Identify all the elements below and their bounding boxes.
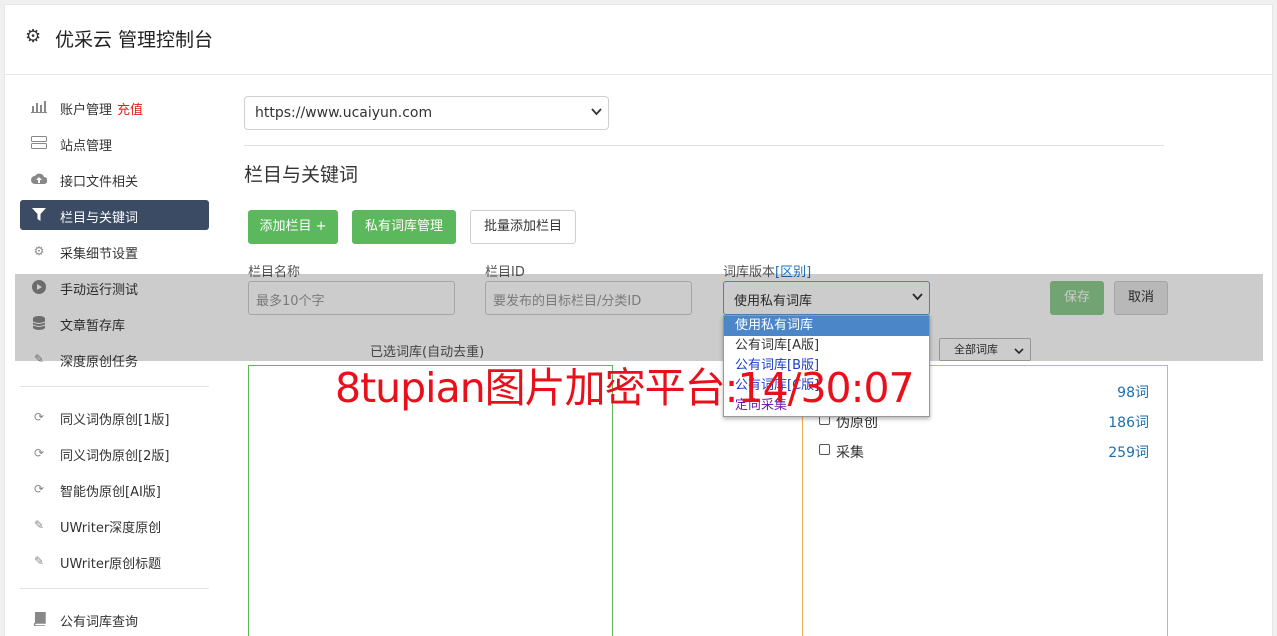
add-column-button[interactable]: 添加栏目 + bbox=[248, 210, 338, 244]
filter-icon bbox=[31, 208, 47, 222]
sidebar-item-label: 栏目与关键词 bbox=[60, 211, 139, 226]
sidebar-item-label: 同义词伪原创[2版] bbox=[60, 449, 170, 464]
recharge-link[interactable]: 充值 bbox=[117, 103, 143, 118]
page-header: ⚙ 优采云 管理控制台 bbox=[5, 5, 1272, 75]
gear-icon: ⚙ bbox=[25, 26, 42, 47]
sidebar-item-label: 同义词伪原创[1版] bbox=[60, 413, 170, 428]
section-divider bbox=[244, 145, 1164, 146]
cloud-upload-icon bbox=[31, 172, 48, 186]
edit-icon: ✎ bbox=[33, 554, 45, 568]
refresh-icon: ⟳ bbox=[33, 446, 45, 460]
sidebar-item-label: 站点管理 bbox=[60, 139, 113, 154]
site-select-value: https://www.ucaiyun.com bbox=[255, 105, 433, 121]
sidebar-item-label: 账户管理 bbox=[60, 103, 113, 118]
sidebar: 账户管理 充值 站点管理 接口文件相关 栏目与关键词 ⚙ 采集细节设置 手动运行测… bbox=[20, 92, 209, 636]
edit-icon: ✎ bbox=[33, 518, 45, 532]
sidebar-item-ai-rewrite[interactable]: ⟳ 智能伪原创[AI版] bbox=[20, 474, 209, 504]
book-icon bbox=[31, 611, 47, 627]
sidebar-item-label: UWriter深度原创 bbox=[60, 521, 162, 536]
library-count: 259词 bbox=[1108, 445, 1149, 461]
sidebar-item-uwriter-title[interactable]: ✎ UWriter原创标题 bbox=[20, 546, 209, 576]
page-title: 优采云 管理控制台 bbox=[55, 29, 214, 51]
sidebar-item-label: 公有词库查询 bbox=[60, 615, 139, 630]
chevron-down-icon bbox=[591, 106, 602, 119]
library-count: 186词 bbox=[1108, 415, 1149, 431]
cogs-icon: ⚙ bbox=[33, 244, 45, 258]
section-title: 栏目与关键词 bbox=[244, 164, 359, 186]
gray-overlay-band bbox=[15, 274, 1263, 361]
refresh-icon: ⟳ bbox=[33, 482, 45, 496]
private-lib-button[interactable]: 私有词库管理 bbox=[352, 210, 456, 244]
sidebar-item-columns-keywords[interactable]: 栏目与关键词 bbox=[20, 200, 209, 230]
sidebar-item-sites[interactable]: 站点管理 bbox=[20, 128, 209, 158]
sidebar-item-label: 接口文件相关 bbox=[60, 175, 139, 190]
library-count: 98词 bbox=[1117, 385, 1149, 401]
sidebar-item-collect-settings[interactable]: ⚙ 采集细节设置 bbox=[20, 236, 209, 266]
sidebar-divider bbox=[20, 386, 209, 387]
site-select[interactable]: https://www.ucaiyun.com bbox=[244, 96, 609, 130]
dropdown-option[interactable]: 公有词库[A版] bbox=[724, 336, 929, 356]
refresh-icon: ⟳ bbox=[33, 410, 45, 424]
sidebar-item-label: UWriter原创标题 bbox=[60, 557, 162, 572]
sidebar-item-synonym-v1[interactable]: ⟳ 同义词伪原创[1版] bbox=[20, 402, 209, 432]
server-icon bbox=[31, 136, 47, 150]
sidebar-item-uwriter-deep[interactable]: ✎ UWriter深度原创 bbox=[20, 510, 209, 540]
sidebar-divider bbox=[20, 588, 209, 589]
sidebar-item-public-dict[interactable]: 公有词库查询 bbox=[20, 604, 209, 634]
dropdown-option[interactable]: 使用私有词库 bbox=[724, 316, 929, 336]
watermark-text: 8tupian图片加密平台:14/30:07 bbox=[335, 364, 915, 412]
sidebar-item-label: 采集细节设置 bbox=[60, 247, 139, 262]
sidebar-item-label: 智能伪原创[AI版] bbox=[60, 485, 161, 500]
sidebar-item-api-files[interactable]: 接口文件相关 bbox=[20, 164, 209, 194]
bar-chart-icon bbox=[31, 100, 47, 114]
sidebar-item-account[interactable]: 账户管理 充值 bbox=[20, 92, 209, 122]
sidebar-item-synonym-v2[interactable]: ⟳ 同义词伪原创[2版] bbox=[20, 438, 209, 468]
library-checkbox[interactable] bbox=[819, 444, 830, 455]
list-item[interactable]: 采集 259词 bbox=[819, 442, 1149, 461]
library-name: 采集 bbox=[836, 445, 864, 461]
batch-add-button[interactable]: 批量添加栏目 bbox=[470, 210, 576, 244]
